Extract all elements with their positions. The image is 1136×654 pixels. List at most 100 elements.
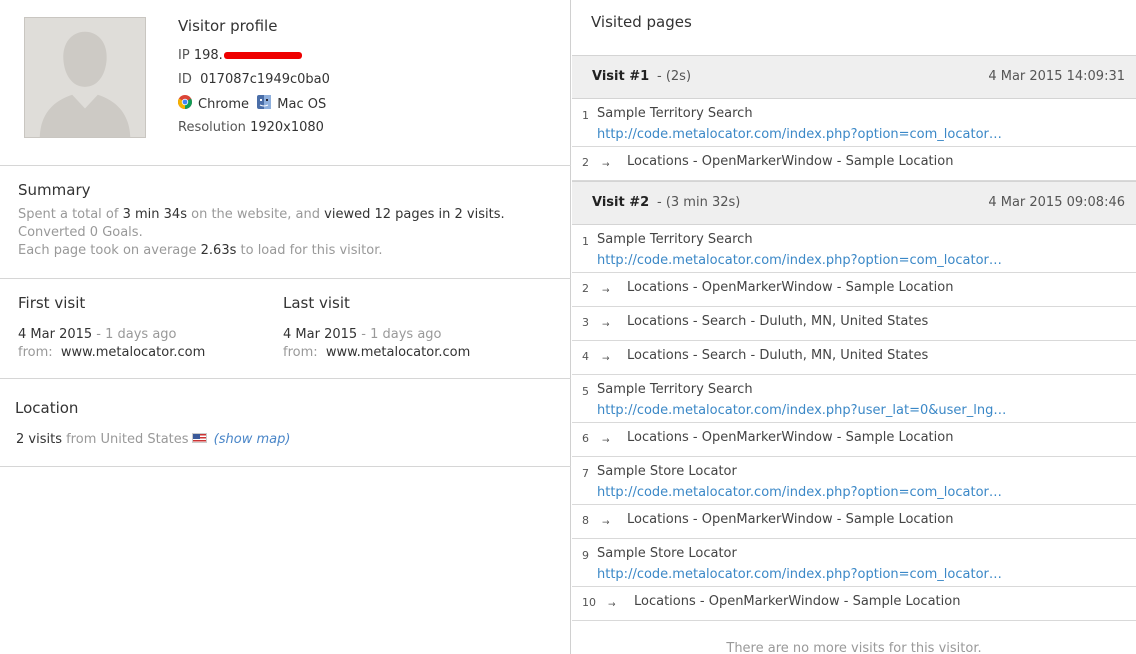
page-url-link[interactable]: http://code.metalocator.com/index.php?op… <box>597 253 1002 268</box>
page-title: Sample Store Locator <box>597 464 737 479</box>
event-arrow-icon: → <box>608 600 616 610</box>
event-row[interactable]: 2 → Locations - OpenMarkerWindow - Sample … <box>572 273 1136 307</box>
event-arrow-icon: → <box>602 518 610 528</box>
id-label: ID <box>178 72 192 87</box>
row-number: 5 <box>582 385 589 398</box>
page-view-row[interactable]: 1 Sample Territory Search http://code.meta… <box>572 99 1136 147</box>
page-url-link[interactable]: http://code.metalocator.com/index.php?us… <box>597 403 1006 418</box>
page-view-row[interactable]: 7 Sample Store Locator http://code.metaloc… <box>572 457 1136 505</box>
visit-name: Visit #2 <box>592 195 650 210</box>
last-visit-date: 4 Mar 2015 <box>283 327 358 342</box>
no-more-visits-text: There are no more visits for this visito… <box>726 641 982 654</box>
summary-viewed: viewed 12 pages in 2 visits. <box>324 207 505 222</box>
visit-duration: - (2s) <box>657 69 692 84</box>
visitor-avatar <box>24 17 146 138</box>
location-visits: 2 visits <box>16 432 62 447</box>
event-arrow-icon: → <box>602 286 610 296</box>
show-map-link[interactable]: (show map) <box>214 432 291 447</box>
event-row[interactable]: 2 → Locations - OpenMarkerWindow - Sample … <box>572 147 1136 181</box>
visited-pages-panel[interactable]: Visited pages Visit #1 - (2s) 4 Mar 2015 1… <box>572 0 1136 654</box>
first-visit-title: First visit <box>18 294 86 312</box>
browser-name: Chrome <box>198 97 249 112</box>
browser-os-row: Chrome Mac OS <box>178 95 326 112</box>
row-number: 2 <box>582 156 589 169</box>
page-url-link[interactable]: http://code.metalocator.com/index.php?op… <box>597 485 1002 500</box>
page-url-link[interactable]: http://code.metalocator.com/index.php?op… <box>597 567 1002 582</box>
event-row[interactable]: 3 → Locations - Search - Duluth, MN, Unite… <box>572 307 1136 341</box>
visit-header[interactable]: Visit #2 - (3 min 32s) 4 Mar 2015 09:08:46 <box>572 181 1136 225</box>
page-view-row[interactable]: 5 Sample Territory Search http://code.meta… <box>572 375 1136 423</box>
row-number: 8 <box>582 514 589 527</box>
event-title: Locations - OpenMarkerWindow - Sample Lo… <box>627 512 954 527</box>
avatar-silhouette-icon <box>25 18 145 137</box>
row-number: 7 <box>582 467 589 480</box>
visit-date: 4 Mar 2015 14:09:31 <box>988 69 1125 84</box>
ip-value: 198. <box>193 48 223 63</box>
page-view-row[interactable]: 1 Sample Territory Search http://code.meta… <box>572 225 1136 273</box>
divider <box>0 466 571 467</box>
row-number: 9 <box>582 549 589 562</box>
page-title: Sample Territory Search <box>597 382 753 397</box>
event-arrow-icon: → <box>602 436 610 446</box>
profile-title: Visitor profile <box>178 17 278 35</box>
event-arrow-icon: → <box>602 320 610 330</box>
id-value: 017087c1949c0ba0 <box>200 72 330 87</box>
divider <box>0 278 571 279</box>
divider <box>0 378 571 379</box>
ip-redaction <box>223 52 302 59</box>
page-title: Sample Territory Search <box>597 106 753 121</box>
page-view-row[interactable]: 9 Sample Store Locator http://code.metaloc… <box>572 539 1136 587</box>
location-country: from United States <box>66 432 189 447</box>
first-visit-referrer: www.metalocator.com <box>60 345 206 360</box>
resolution-label: Resolution <box>178 120 246 135</box>
event-row[interactable]: 8 → Locations - OpenMarkerWindow - Sample … <box>572 505 1136 539</box>
row-number: 10 <box>582 596 596 609</box>
row-number: 2 <box>582 282 589 295</box>
event-row[interactable]: 10 → Locations - OpenMarkerWindow - Sample… <box>572 587 1136 621</box>
last-visit-from-row: from: www.metalocator.com <box>283 345 470 360</box>
last-visit-from-label: from: <box>283 345 318 360</box>
row-number: 4 <box>582 350 589 363</box>
first-visit-from-label: from: <box>18 345 53 360</box>
summary-spent: Spent a total of 3 min 34s on the websit… <box>18 207 505 222</box>
resolution-value: 1920x1080 <box>250 120 324 135</box>
last-visit-referrer: www.metalocator.com <box>325 345 471 360</box>
summary-converted: Converted 0 Goals. <box>18 225 143 240</box>
visit-header[interactable]: Visit #1 - (2s) 4 Mar 2015 14:09:31 <box>572 55 1136 99</box>
mac-finder-icon <box>257 95 272 109</box>
summary-load-post: to load for this visitor. <box>240 243 383 258</box>
last-visit-title: Last visit <box>283 294 350 312</box>
divider <box>0 165 571 166</box>
visit-date: 4 Mar 2015 09:08:46 <box>988 195 1125 210</box>
location-row: 2 visits from United States (show map) <box>16 432 290 447</box>
event-arrow-icon: → <box>602 160 610 170</box>
resolution-row: Resolution 1920x1080 <box>178 120 324 135</box>
summary-spent-pre: Spent a total of <box>18 207 119 222</box>
summary-title: Summary <box>18 181 91 199</box>
summary-load-pre: Each page took on average <box>18 243 197 258</box>
summary-spent-time: 3 min 34s <box>122 207 187 222</box>
visit-name: Visit #1 <box>592 69 650 84</box>
event-row[interactable]: 6 → Locations - OpenMarkerWindow - Sample … <box>572 423 1136 457</box>
chrome-icon <box>178 95 192 109</box>
last-visit-ago: - 1 days ago <box>357 327 442 342</box>
summary-spent-mid: on the website, and <box>191 207 321 222</box>
event-title: Locations - Search - Duluth, MN, United … <box>627 348 929 363</box>
first-visit-ago: - 1 days ago <box>92 327 177 342</box>
summary-load-time: 2.63s <box>200 243 237 258</box>
us-flag-icon <box>191 433 207 443</box>
visitor-profile-panel: Visitor profile IP 198. ID 017087c1949c0… <box>0 0 571 654</box>
row-number: 6 <box>582 432 589 445</box>
location-title: Location <box>15 399 79 417</box>
ip-label: IP <box>178 48 190 63</box>
event-title: Locations - OpenMarkerWindow - Sample Lo… <box>627 430 954 445</box>
row-number: 1 <box>582 109 589 122</box>
event-title: Locations - Search - Duluth, MN, United … <box>627 314 929 329</box>
page-title: Sample Territory Search <box>597 232 753 247</box>
row-number: 3 <box>582 316 589 329</box>
page-url-link[interactable]: http://code.metalocator.com/index.php?op… <box>597 127 1002 142</box>
event-title: Locations - OpenMarkerWindow - Sample Lo… <box>627 280 954 295</box>
visit-duration: - (3 min 32s) <box>657 195 741 210</box>
first-visit-date: 4 Mar 2015 <box>18 327 93 342</box>
event-row[interactable]: 4 → Locations - Search - Duluth, MN, Unite… <box>572 341 1136 375</box>
